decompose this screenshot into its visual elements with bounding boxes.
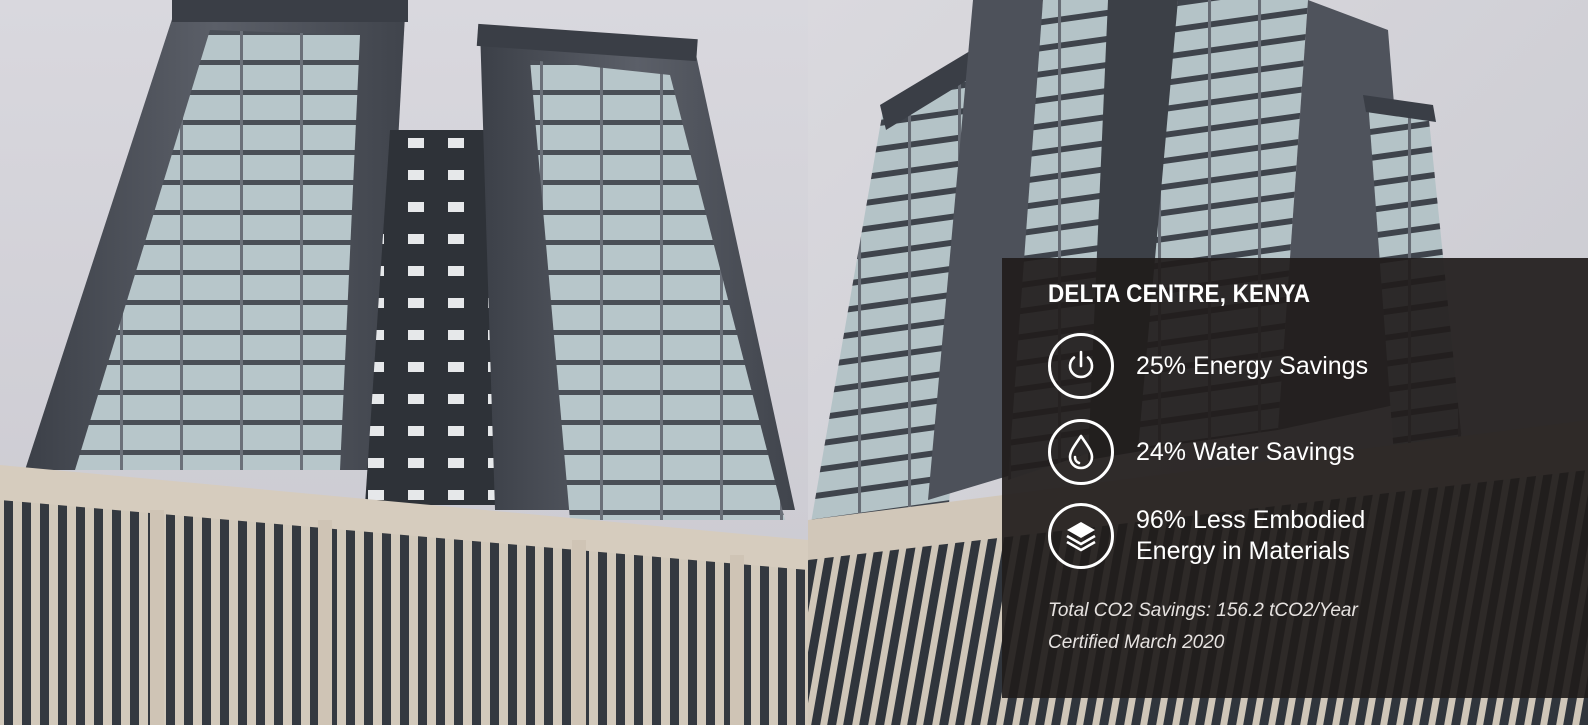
stat-energy: 25% Energy Savings — [1048, 333, 1588, 399]
building-photo-left — [0, 0, 808, 725]
power-icon — [1048, 333, 1114, 399]
stat-water-label: 24% Water Savings — [1136, 437, 1355, 466]
project-title: DELTA CENTRE, KENYA — [1048, 280, 1311, 308]
footnote: Total CO2 Savings: 156.2 tCO2/Year Certi… — [1048, 595, 1588, 659]
water-drop-icon — [1048, 419, 1114, 485]
stat-energy-label: 25% Energy Savings — [1136, 351, 1369, 380]
co2-savings-note: Total CO2 Savings: 156.2 tCO2/Year — [1048, 600, 1358, 621]
project-info-panel: DELTA CENTRE, KENYA 25% Energy Savings 2… — [1002, 258, 1588, 698]
stat-embodied-energy-label: 96% Less Embodied Energy in Materials — [1136, 506, 1366, 565]
certification-date: Certified March 2020 — [1048, 632, 1225, 653]
stat-water: 24% Water Savings — [1048, 419, 1588, 485]
stat-embodied-energy: 96% Less Embodied Energy in Materials — [1048, 503, 1588, 569]
layers-icon — [1048, 503, 1114, 569]
